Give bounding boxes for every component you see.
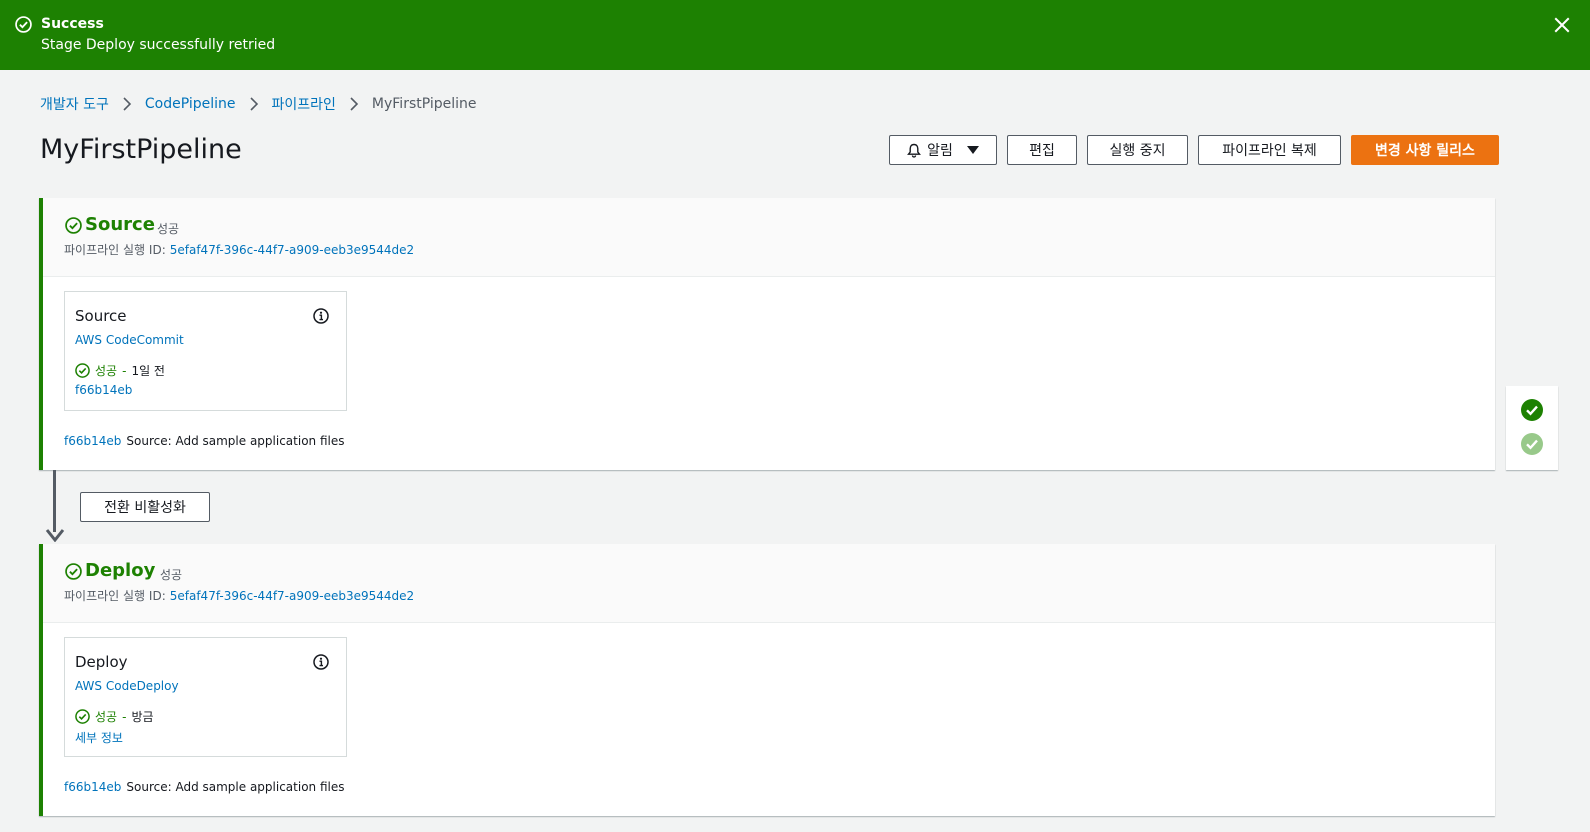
page-title: MyFirstPipeline [40, 134, 242, 165]
check-circle-icon [65, 217, 82, 234]
action-status-time: 방금 [131, 710, 154, 724]
execution-id-row: 파이프라인 실행 ID: 5efaf47f-396c-44f7-a909-eeb3… [64, 587, 414, 604]
execution-id-link[interactable]: 5efaf47f-396c-44f7-a909-eeb3e9544de2 [170, 243, 414, 257]
check-circle-icon [75, 709, 90, 724]
commit-message: Source: Add sample application files [126, 780, 345, 794]
check-circle-filled-light-icon[interactable] [1521, 433, 1543, 455]
release-change-button[interactable]: 변경 사항 릴리스 [1351, 135, 1499, 165]
disable-transition-button[interactable]: 전환 비활성화 [80, 492, 210, 522]
check-circle-filled-icon[interactable] [1521, 399, 1543, 421]
edit-button[interactable]: 편집 [1007, 135, 1077, 165]
chevron-right-icon [350, 97, 359, 111]
execution-id-label: 파이프라인 실행 ID: [64, 589, 166, 603]
stage-commit-row: f66b14eb Source: Add sample application f… [64, 780, 345, 794]
stage-name: Source [85, 214, 155, 235]
commit-id-link[interactable]: f66b14eb [64, 434, 121, 448]
chevron-right-icon [249, 97, 258, 111]
breadcrumb-codepipeline[interactable]: CodePipeline [145, 96, 236, 112]
stop-execution-button[interactable]: 실행 중지 [1087, 135, 1188, 165]
commit-id-link[interactable]: f66b14eb [64, 780, 121, 794]
breadcrumb-current: MyFirstPipeline [371, 96, 477, 112]
action-status: 성공 - 1일 전 [75, 362, 165, 379]
action-status: 성공 - 방금 [75, 708, 154, 725]
action-details-link[interactable]: 세부 정보 [75, 729, 123, 746]
breadcrumb-developer-tools[interactable]: 개발자 도구 [40, 94, 109, 114]
status-separator: - [122, 363, 127, 378]
close-icon[interactable] [1553, 16, 1571, 34]
caret-down-icon [966, 146, 979, 154]
action-name: Source [75, 307, 127, 325]
action-name: Deploy [75, 653, 128, 671]
check-circle-icon [75, 363, 90, 378]
action-status-time: 1일 전 [131, 364, 165, 378]
commit-message: Source: Add sample application files [126, 434, 345, 448]
flash-message: Stage Deploy successfully retried [41, 37, 276, 53]
flash-title: Success [41, 16, 104, 32]
info-icon[interactable] [313, 654, 329, 670]
execution-id-label: 파이프라인 실행 ID: [64, 243, 166, 257]
action-provider-link[interactable]: AWS CodeDeploy [75, 679, 179, 693]
action-commit-link[interactable]: f66b14eb [75, 383, 132, 397]
action-status-text: 성공 [95, 710, 118, 724]
stage-commit-row: f66b14eb Source: Add sample application f… [64, 434, 345, 448]
success-flash-banner: Success Stage Deploy successfully retrie… [0, 0, 1590, 70]
check-circle-icon [65, 563, 82, 580]
action-status-text: 성공 [95, 364, 118, 378]
stage-name: Deploy [85, 560, 156, 581]
transition-line [53, 470, 56, 532]
clone-pipeline-button[interactable]: 파이프라인 복제 [1198, 135, 1341, 165]
breadcrumb: 개발자 도구 CodePipeline 파이프라인 MyFirstPipelin… [40, 95, 477, 113]
stage-header: Deploy 성공 파이프라인 실행 ID: 5efaf47f-396c-44f7… [43, 544, 1495, 623]
notify-label: 알림 [927, 143, 953, 159]
check-circle-icon [15, 16, 32, 33]
status-separator: - [122, 709, 127, 724]
stage-status-side-panel [1506, 386, 1558, 470]
execution-id-link[interactable]: 5efaf47f-396c-44f7-a909-eeb3e9544de2 [170, 589, 414, 603]
chevron-right-icon [123, 97, 131, 111]
stage-status: 성공 [157, 222, 180, 236]
notify-dropdown-button[interactable]: 알림 [889, 135, 997, 165]
info-icon[interactable] [313, 308, 329, 324]
action-card-source: Source AWS CodeCommit 성공 - 1일 전 f66b14eb [64, 291, 347, 411]
action-provider-link[interactable]: AWS CodeCommit [75, 333, 184, 347]
stage-header: Source 성공 파이프라인 실행 ID: 5efaf47f-396c-44f7… [43, 198, 1495, 277]
action-card-deploy: Deploy AWS CodeDeploy 성공 - 방금 세부 정보 [64, 637, 347, 757]
bell-icon [907, 143, 922, 158]
arrow-down-icon [45, 529, 65, 542]
execution-id-row: 파이프라인 실행 ID: 5efaf47f-396c-44f7-a909-eeb3… [64, 241, 414, 258]
stage-source: Source 성공 파이프라인 실행 ID: 5efaf47f-396c-44f7… [39, 198, 1495, 470]
stage-deploy: Deploy 성공 파이프라인 실행 ID: 5efaf47f-396c-44f7… [39, 544, 1495, 816]
stage-status: 성공 [160, 568, 183, 582]
breadcrumb-pipelines[interactable]: 파이프라인 [272, 94, 336, 114]
